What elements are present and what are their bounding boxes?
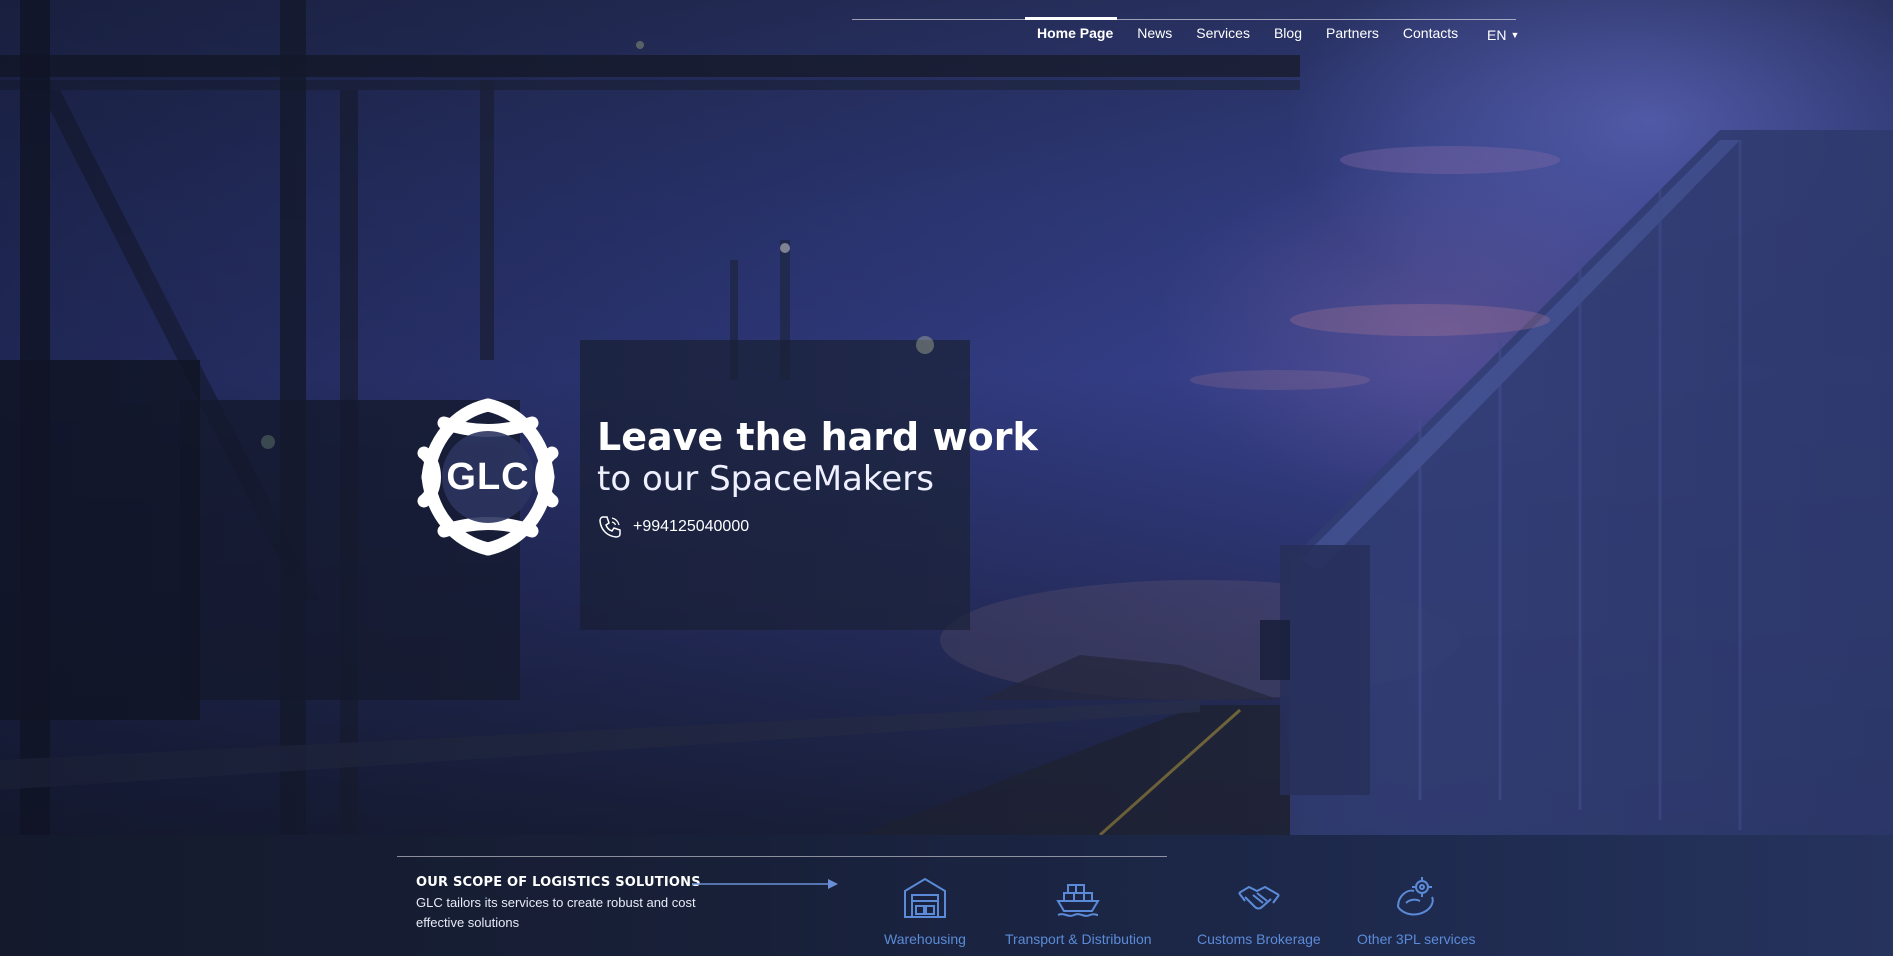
nav-item-home[interactable]: Home Page	[1037, 25, 1113, 41]
headline-light: to our SpaceMakers	[597, 459, 934, 499]
cargo-ship-icon	[1056, 884, 1101, 917]
warehouse-icon	[903, 877, 946, 918]
phone-icon	[599, 516, 621, 538]
nav-item-news[interactable]: News	[1137, 25, 1172, 41]
glc-logo: GLC	[404, 393, 572, 561]
nav-active-indicator	[1025, 17, 1117, 20]
band-divider	[397, 856, 1167, 857]
service-label: Other 3PL services	[1357, 931, 1476, 947]
headline-bold: Leave the hard work	[597, 415, 1038, 459]
scope-description: GLC tailors its services to create robus…	[416, 895, 696, 930]
hero-headline: Leave the hard work to our SpaceMakers	[597, 414, 1038, 498]
service-3pl[interactable]: Other 3PL services	[1357, 873, 1476, 947]
service-warehousing[interactable]: Warehousing	[884, 873, 966, 947]
arrow-right-icon	[692, 879, 838, 889]
phone-contact[interactable]: +994125040000	[597, 514, 749, 540]
service-label: Customs Brokerage	[1197, 931, 1321, 947]
language-label: EN	[1487, 27, 1507, 43]
service-label: Transport & Distribution	[1005, 931, 1152, 947]
service-customs[interactable]: Customs Brokerage	[1197, 873, 1321, 947]
nav-divider	[852, 19, 1516, 20]
logo-text: GLC	[446, 455, 530, 498]
settings-hand-icon	[1397, 877, 1435, 916]
nav-item-services[interactable]: Services	[1196, 25, 1250, 41]
language-selector[interactable]: EN ▼	[1487, 27, 1519, 43]
main-nav: Home Page News Services Blog Partners Co…	[1025, 25, 1482, 41]
handshake-icon	[1238, 885, 1280, 910]
phone-number: +994125040000	[633, 518, 750, 535]
chevron-down-icon: ▼	[1510, 30, 1520, 40]
service-label: Warehousing	[884, 931, 966, 947]
service-transport[interactable]: Transport & Distribution	[1005, 873, 1152, 947]
scope-title: OUR SCOPE OF LOGISTICS SOLUTIONS	[416, 875, 701, 890]
nav-item-blog[interactable]: Blog	[1274, 25, 1302, 41]
nav-item-partners[interactable]: Partners	[1326, 25, 1379, 41]
nav-item-contacts[interactable]: Contacts	[1403, 25, 1458, 41]
